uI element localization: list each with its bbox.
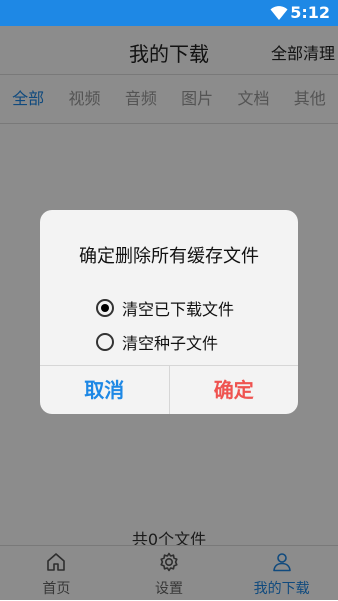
option-clear-torrents[interactable]: 清空种子文件: [96, 330, 218, 354]
status-time: 5:12: [290, 3, 330, 22]
status-bar: 5:12: [0, 0, 338, 26]
option-clear-downloaded[interactable]: 清空已下载文件: [96, 296, 234, 320]
radio-unchecked-icon[interactable]: [96, 333, 114, 351]
option-clear-downloaded-label: 清空已下载文件: [122, 300, 235, 319]
option-clear-torrents-label: 清空种子文件: [122, 334, 219, 353]
wifi-icon: [270, 6, 288, 20]
confirm-dialog: 确定删除所有缓存文件 清空已下载文件 清空种子文件 取消 确定: [40, 210, 298, 414]
confirm-button[interactable]: 确定: [170, 366, 299, 414]
radio-checked-icon[interactable]: [96, 299, 114, 317]
dialog-title: 确定删除所有缓存文件: [79, 246, 259, 267]
dialog-buttons: 取消 确定: [40, 365, 298, 414]
cancel-button[interactable]: 取消: [40, 366, 170, 414]
